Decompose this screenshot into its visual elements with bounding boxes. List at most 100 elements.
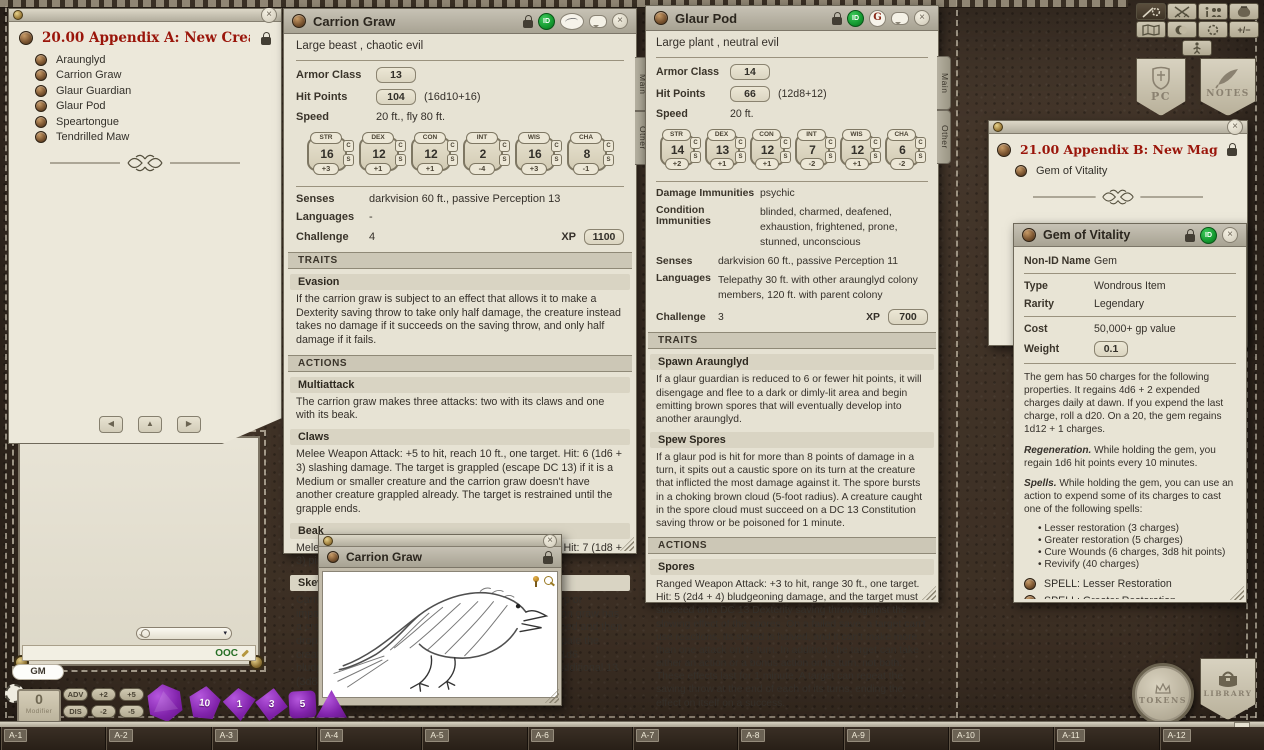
window-drag-bar[interactable]: × [989,121,1247,134]
item-link[interactable]: Gem of Vitality [1015,165,1247,177]
ability-check-button[interactable]: C [780,137,791,149]
creature-token-icon[interactable] [560,13,584,30]
pc-banner-button[interactable]: PC [1136,58,1186,116]
ability-modifier[interactable]: +3 [521,163,547,175]
notes-banner-button[interactable]: NOTES [1200,58,1256,116]
ability-score-widget[interactable]: 16 STR +3 C S [304,132,356,176]
ability-score-widget[interactable]: 6 CHA -2 C S [882,129,927,171]
armor-class-value[interactable]: 14 [730,64,770,80]
ability-modifier[interactable]: +1 [365,163,391,175]
link-bullet-icon[interactable] [1024,578,1036,590]
hit-points-value[interactable]: 66 [730,86,770,102]
magnifier-icon[interactable] [544,576,553,585]
window-drag-bar[interactable]: × [9,9,281,22]
ability-save-button[interactable]: S [735,151,746,163]
options-tool-button[interactable] [1136,3,1166,20]
ability-save-button[interactable]: S [915,151,926,163]
ability-modifier[interactable]: +2 [665,158,689,170]
lock-icon[interactable] [1185,234,1195,242]
ability-check-button[interactable]: C [870,137,881,149]
pin-icon[interactable] [533,576,539,582]
ability-modifier[interactable]: +3 [313,163,339,175]
npc-link-icon[interactable] [654,11,668,25]
image-canvas[interactable] [322,571,558,698]
modifier-box[interactable]: 0 Modifier [17,689,61,723]
close-button[interactable]: × [543,534,557,548]
images-maps-button[interactable] [1136,21,1166,38]
link-bullet-icon[interactable] [35,69,47,81]
ability-score-widget[interactable]: 7 INT -2 C S [792,129,837,171]
hotkey-slot[interactable]: A-9 [843,727,948,750]
image-window-carrion-graw[interactable]: × Carrion Graw [318,534,562,706]
story-window-appendix-a[interactable]: × 20.00 Appendix A: New Creatures and Ar… [8,8,282,444]
link-bullet-icon[interactable] [35,131,47,143]
hotkey-slot[interactable]: A-4 [316,727,421,750]
ability-save-button[interactable]: S [780,151,791,163]
item-weight-value[interactable]: 0.1 [1094,341,1128,357]
chat-mode-badge[interactable]: OOC [215,648,238,659]
ability-modifier[interactable]: -4 [469,163,495,175]
creature-token-icon[interactable]: G [869,10,886,27]
lock-icon[interactable] [543,556,553,564]
ability-check-button[interactable]: C [447,140,458,152]
effects-ring-button[interactable] [1198,21,1228,38]
window-title-bar[interactable]: Gem of Vitality ID × [1014,224,1246,247]
modifiers-button[interactable]: +/− [1229,21,1259,38]
hotkey-slot[interactable]: A-7 [632,727,737,750]
link-bullet-icon[interactable] [35,85,47,97]
link-bullet-icon[interactable] [35,54,47,66]
party-sheet-button[interactable] [1198,3,1228,20]
chat-speaker-select[interactable]: ▾ [136,627,232,640]
lock-icon[interactable] [261,37,271,45]
d20-die[interactable] [144,682,187,725]
ability-score-widget[interactable]: 14 STR +2 C S [657,129,702,171]
chevron-down-icon[interactable]: ▾ [223,630,227,637]
ability-check-button[interactable]: C [690,137,701,149]
close-button[interactable]: × [1227,119,1243,135]
tokens-stamp-button[interactable]: TOKENS [1132,663,1194,725]
chat-entry-row[interactable]: OOC [22,645,256,661]
window-handle-icon[interactable] [993,122,1003,132]
quick-modifier-button[interactable]: ADV [63,688,88,701]
link-bullet-icon[interactable] [1015,165,1027,177]
ability-score-widget[interactable]: 8 CHA -1 C S [564,132,616,176]
ability-check-button[interactable]: C [551,140,562,152]
ability-check-button[interactable]: C [343,140,354,152]
quick-modifier-button[interactable]: +2 [91,688,116,701]
xp-value[interactable]: 700 [888,309,928,325]
lock-icon[interactable] [832,17,842,25]
chat-bubble-icon[interactable] [589,15,607,28]
pointer-person-button[interactable] [1182,40,1212,56]
items-pouch-button[interactable] [1229,3,1259,20]
ability-score-widget[interactable]: 12 CON +1 C S [747,129,792,171]
ability-score-widget[interactable]: 13 DEX +1 C S [702,129,747,171]
quick-modifier-button[interactable]: -5 [119,705,144,718]
quick-modifier-button[interactable]: -2 [91,705,116,718]
creature-link[interactable]: Speartongue [35,116,281,128]
hit-points-value[interactable]: 104 [376,89,416,105]
ability-save-button[interactable]: S [499,154,510,166]
hotkey-slot[interactable]: A-6 [527,727,632,750]
story-link-icon[interactable] [19,31,33,45]
close-button[interactable]: × [612,13,628,29]
ability-modifier[interactable]: +1 [417,163,443,175]
hotkey-slot[interactable]: A-5 [421,727,526,750]
ability-check-button[interactable]: C [499,140,510,152]
nonid-name-value[interactable]: Gem [1094,255,1117,267]
ability-check-button[interactable]: C [915,137,926,149]
ability-save-button[interactable]: S [551,154,562,166]
gm-identity-pill[interactable]: GM [12,664,64,680]
image-title-bar[interactable]: Carrion Graw [319,547,561,568]
spell-link[interactable]: SPELL: Lesser Restoration [1024,578,1236,590]
ability-score-widget[interactable]: 2 INT -4 C S [460,132,512,176]
ability-modifier[interactable]: -2 [800,158,824,170]
quick-modifier-button[interactable]: +5 [119,688,144,701]
ability-check-button[interactable]: C [735,137,746,149]
creature-link[interactable]: Tendrilled Maw [35,131,281,143]
ability-score-widget[interactable]: 12 DEX +1 C S [356,132,408,176]
hotkey-slot[interactable]: A-8 [737,727,842,750]
nav-prev-button[interactable]: ◀ [99,416,123,433]
creature-link[interactable]: Araunglyd [35,54,281,66]
hotkey-slot[interactable]: A-1 [0,727,105,750]
spell-link[interactable]: SPELL: Greater Restoration [1024,595,1236,599]
